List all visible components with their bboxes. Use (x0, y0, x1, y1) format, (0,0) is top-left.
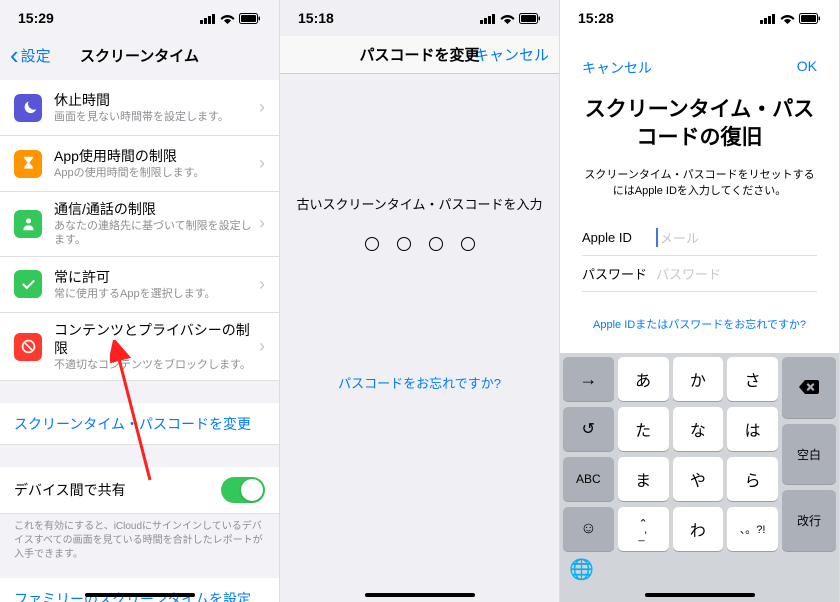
item-subtitle: 常に使用するAppを選択します。 (54, 287, 259, 301)
share-toggle[interactable] (221, 477, 265, 503)
password-field[interactable]: パスワード パスワード (582, 256, 817, 292)
item-icon (14, 94, 42, 122)
share-description: これを有効にすると、iCloudにサインインしているデバイスすべての画面を見てい… (0, 514, 279, 568)
passcode-dots (365, 237, 475, 251)
screen-time-settings: 15:29 設定 スクリーンタイム 休止時間画面を見ない時間帯を設定します。 ›… (0, 0, 280, 602)
keyboard: → あ か さ ↺ た な は ABC ま や ら (560, 353, 839, 602)
key-ma[interactable]: ま (618, 457, 669, 501)
item-title: 休止時間 (54, 91, 259, 109)
settings-item-0[interactable]: 休止時間画面を見ない時間帯を設定します。 › (0, 80, 279, 136)
change-passcode-screen: 15:18 パスコードを変更 キャンセル 古いスクリーンタイム・パスコードを入力… (280, 0, 560, 602)
cancel-button[interactable]: キャンセル (582, 58, 652, 78)
key-abc[interactable]: ABC (563, 457, 614, 501)
item-subtitle: 画面を見ない時間帯を設定します。 (54, 110, 259, 124)
status-bar: 15:18 (280, 0, 559, 36)
item-icon (14, 150, 42, 178)
ok-button[interactable]: OK (797, 58, 817, 78)
key-ya[interactable]: や (673, 457, 724, 501)
passcode-dot (365, 237, 379, 251)
passcode-dot (429, 237, 443, 251)
chevron-icon: › (259, 153, 265, 174)
key-ka[interactable]: か (673, 357, 724, 401)
key-ra[interactable]: ら (727, 457, 778, 501)
modal-description: スクリーンタイム・パスコードをリセットするにはApple IDを入力してください… (582, 167, 817, 200)
clock: 15:18 (298, 10, 334, 26)
item-title: 常に許可 (54, 268, 259, 286)
password-input[interactable]: パスワード (656, 264, 721, 283)
key-undo[interactable]: ↺ (563, 407, 614, 451)
item-icon (14, 333, 42, 361)
item-title: App使用時間の制限 (54, 147, 259, 165)
apple-id-field[interactable]: Apple ID メール (582, 220, 817, 256)
forgot-apple-id-link[interactable]: Apple IDまたはパスワードをお忘れですか? (582, 316, 817, 332)
key-ha[interactable]: は (727, 407, 778, 451)
key-sa[interactable]: さ (727, 357, 778, 401)
item-icon (14, 270, 42, 298)
key-arrow[interactable]: → (563, 357, 614, 401)
settings-item-3[interactable]: 常に許可常に使用するAppを選択します。 › (0, 257, 279, 313)
page-title: スクリーンタイム (80, 45, 199, 66)
apple-id-input[interactable]: メール (656, 228, 699, 247)
chevron-icon: › (259, 336, 265, 357)
cancel-button[interactable]: キャンセル (474, 44, 549, 65)
item-icon (14, 210, 42, 238)
settings-item-2[interactable]: 通信/通話の制限あなたの連絡先に基づいて制限を設定します。 › (0, 192, 279, 257)
change-passcode-link[interactable]: スクリーンタイム・パスコードを変更 (0, 403, 279, 445)
share-across-devices[interactable]: デバイス間で共有 (0, 467, 279, 514)
key-ta[interactable]: た (618, 407, 669, 451)
clock: 15:28 (578, 10, 614, 26)
key-punct[interactable]: 、。?! (727, 507, 778, 551)
passcode-recovery-screen: 15:28 キャンセル OK スクリーンタイム・パスコードの復旧 スクリーンタイ… (560, 0, 840, 602)
forgot-passcode-link[interactable]: パスコードをお忘れですか? (280, 373, 559, 392)
status-icons (480, 13, 541, 24)
status-icons (200, 13, 261, 24)
key-emoji[interactable]: ☺ (563, 507, 614, 551)
status-bar: 15:28 (560, 0, 839, 36)
page-title: パスコードを変更 (359, 44, 479, 65)
back-button[interactable]: 設定 (10, 45, 51, 66)
modal-title: スクリーンタイム・パスコードの復旧 (582, 96, 817, 153)
passcode-prompt: 古いスクリーンタイム・パスコードを入力 (296, 194, 542, 213)
passcode-dot (461, 237, 475, 251)
item-subtitle: Appの使用時間を制限します。 (54, 166, 259, 180)
family-screen-time-link[interactable]: ファミリーのスクリーンタイムを設定 (0, 578, 279, 602)
key-enter[interactable]: 改行 (782, 490, 836, 551)
status-icons (760, 13, 821, 24)
nav-bar: 設定 スクリーンタイム (0, 36, 279, 74)
key-a[interactable]: あ (618, 357, 669, 401)
key-small[interactable]: ⌃_' (618, 507, 669, 551)
home-indicator[interactable] (645, 593, 755, 597)
home-indicator[interactable] (85, 593, 195, 597)
item-subtitle: 不適切なコンテンツをブロックします。 (54, 358, 259, 372)
settings-item-4[interactable]: コンテンツとプライバシーの制限不適切なコンテンツをブロックします。 › (0, 313, 279, 382)
status-bar: 15:29 (0, 0, 279, 36)
item-title: 通信/通話の制限 (54, 200, 259, 218)
recovery-modal: キャンセル OK スクリーンタイム・パスコードの復旧 スクリーンタイム・パスコー… (568, 44, 831, 388)
key-space[interactable]: 空白 (782, 424, 836, 485)
nav-bar: パスコードを変更 キャンセル (280, 36, 559, 74)
globe-icon[interactable]: 🌐 (569, 557, 594, 582)
home-indicator[interactable] (365, 593, 475, 597)
key-na[interactable]: な (673, 407, 724, 451)
key-backspace[interactable] (782, 357, 836, 418)
passcode-dot (397, 237, 411, 251)
settings-item-1[interactable]: App使用時間の制限Appの使用時間を制限します。 › (0, 136, 279, 192)
item-title: コンテンツとプライバシーの制限 (54, 321, 259, 357)
chevron-icon: › (259, 274, 265, 295)
chevron-icon: › (259, 97, 265, 118)
key-wa[interactable]: わ (673, 507, 724, 551)
chevron-icon: › (259, 213, 265, 234)
clock: 15:29 (18, 10, 54, 26)
item-subtitle: あなたの連絡先に基づいて制限を設定します。 (54, 219, 259, 248)
